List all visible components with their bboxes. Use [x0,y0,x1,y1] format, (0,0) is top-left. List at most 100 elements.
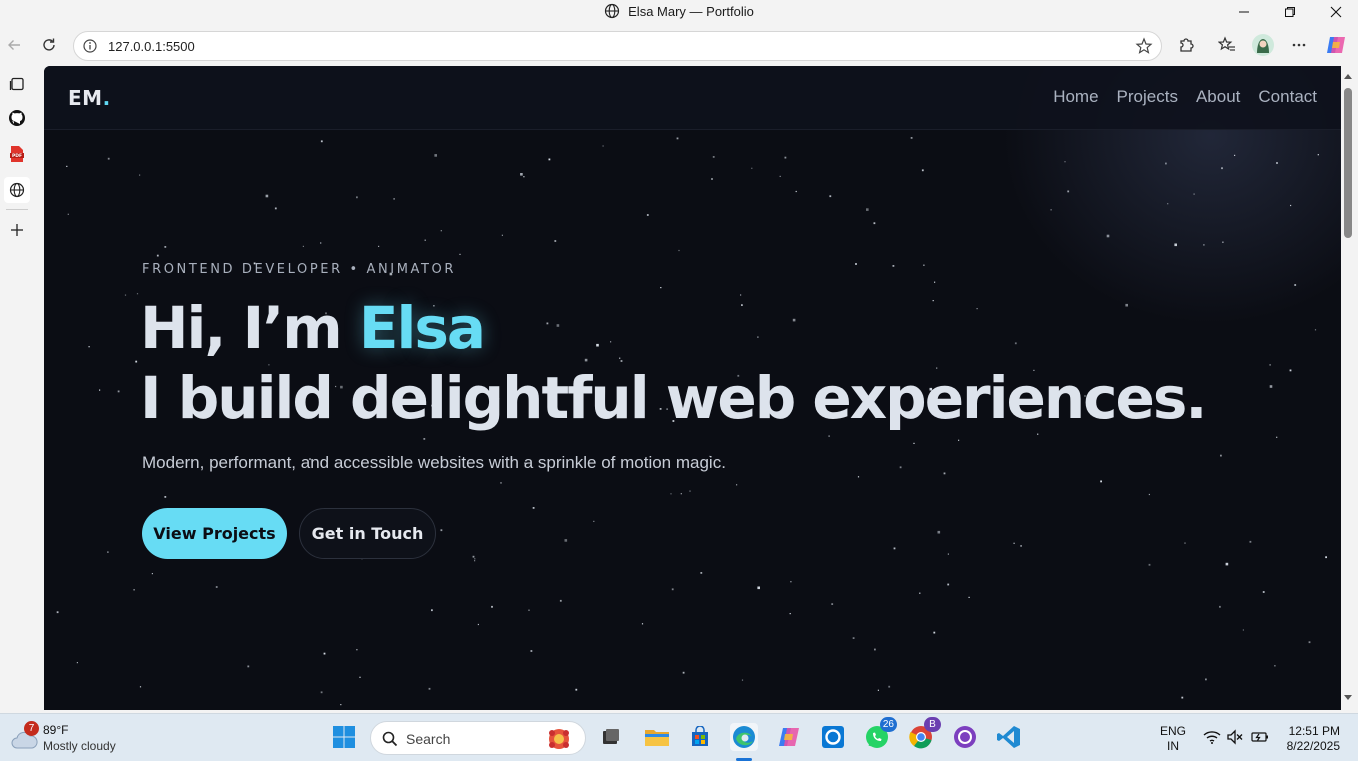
profile-avatar[interactable] [1250,32,1276,58]
system-clock[interactable]: 12:51 PM 8/22/2025 [1278,724,1340,754]
star-dot [937,530,941,534]
input-language[interactable]: ENG IN [1160,724,1186,754]
nav-link-contact[interactable]: Contact [1258,87,1317,107]
scrollbar-thumb[interactable] [1344,88,1352,238]
address-bar[interactable]: 127.0.0.1:5500 [73,31,1162,61]
github-desktop-button[interactable] [951,723,979,751]
tabs-panel-button[interactable] [4,71,30,97]
url-text[interactable]: 127.0.0.1:5500 [108,39,195,54]
cortana-button[interactable] [819,723,847,751]
star-dot [593,520,595,522]
page-scrollbar[interactable] [1341,66,1358,710]
star-dot [921,169,924,172]
star-dot [923,264,925,266]
battery-button[interactable] [1246,723,1274,751]
copilot-app-button[interactable] [775,723,803,751]
info-icon[interactable] [82,38,98,54]
star-dot [1106,234,1110,238]
star-dot [757,586,760,590]
star-dot [501,234,503,236]
svg-text:PDF: PDF [12,153,22,159]
star-dot [423,438,426,440]
weather-widget[interactable]: 7 89°F Mostly cloudy [8,720,148,756]
site-nav-links: Home Projects About Contact [1053,87,1317,107]
star-dot [67,213,69,215]
star-dot [828,435,830,437]
star-dot [477,623,479,626]
edge-button[interactable] [730,723,758,751]
chrome-button[interactable]: B [907,717,941,751]
star-dot [678,249,680,252]
star-dot [789,613,791,615]
star-dot [671,588,674,591]
star-dot [1274,665,1276,667]
back-button[interactable] [1,32,27,58]
star-dot [107,551,109,553]
get-in-touch-button[interactable]: Get in Touch [299,508,436,559]
restore-button[interactable] [1267,0,1313,24]
star-dot [790,581,792,583]
refresh-button[interactable] [36,32,62,58]
scroll-up-icon[interactable] [1343,72,1353,80]
current-tab[interactable] [4,177,30,203]
star-dot [711,178,713,180]
task-view-icon [603,729,619,744]
vscode-icon [997,726,1020,748]
star-dot [124,294,127,296]
nav-link-home[interactable]: Home [1053,87,1098,107]
weather-badge: 7 [24,721,39,736]
star-dot [792,318,796,322]
store-button[interactable] [686,723,714,751]
scroll-down-icon[interactable] [1343,694,1353,702]
minimize-button[interactable] [1221,0,1267,24]
star-dot [1242,629,1244,631]
star-dot [857,476,860,478]
star-dot [247,665,250,668]
star-dot [56,611,59,614]
extensions-button[interactable] [1173,32,1199,58]
favorite-star-icon[interactable] [1135,37,1153,55]
view-projects-button[interactable]: View Projects [142,508,287,559]
star-dot [139,174,141,176]
favorites-button[interactable] [1214,32,1240,58]
star-dot [1020,545,1022,547]
star-dot [660,287,662,289]
window-title: Elsa Mary — Portfolio [0,3,1358,19]
search-highlight-icon [549,729,569,749]
close-button[interactable] [1313,0,1358,24]
star-dot [757,336,759,338]
hero-subtitle: Modern, performant, and accessible websi… [142,453,726,472]
nav-link-about[interactable]: About [1196,87,1240,107]
star-dot [164,246,167,248]
vscode-button[interactable] [995,723,1023,751]
star-dot [741,304,743,306]
star-dot [546,322,549,325]
hero-headline-line1: Hi, I’m Elsa [140,294,486,362]
star-dot [682,671,685,674]
taskbar-search[interactable]: Search [370,721,586,755]
whatsapp-button[interactable]: 26 [863,717,897,751]
star-dot [164,496,167,498]
star-dot [958,439,960,441]
star-dot [1290,204,1292,207]
github-tab[interactable] [4,105,30,131]
star-dot [1219,605,1221,608]
task-view-button[interactable] [597,723,625,751]
file-explorer-button[interactable] [643,723,671,751]
battery-charging-icon [1251,732,1268,742]
pdf-tab[interactable]: PDF [4,141,30,167]
site-logo[interactable]: EM. [68,86,111,110]
start-button[interactable] [330,723,358,751]
more-menu-button[interactable] [1286,32,1312,58]
new-tab-button[interactable] [4,217,30,243]
star-dot [866,208,869,211]
star-dot [596,343,599,347]
nav-link-projects[interactable]: Projects [1117,87,1178,107]
star-dot [873,222,876,225]
favorites-icon [1218,36,1235,51]
window-title-text: Elsa Mary — Portfolio [628,4,754,19]
copilot-button[interactable] [1323,32,1349,58]
volume-button[interactable] [1221,723,1249,751]
browser-toolbar: 127.0.0.1:5500 [0,24,1358,66]
star-dot [610,341,612,343]
